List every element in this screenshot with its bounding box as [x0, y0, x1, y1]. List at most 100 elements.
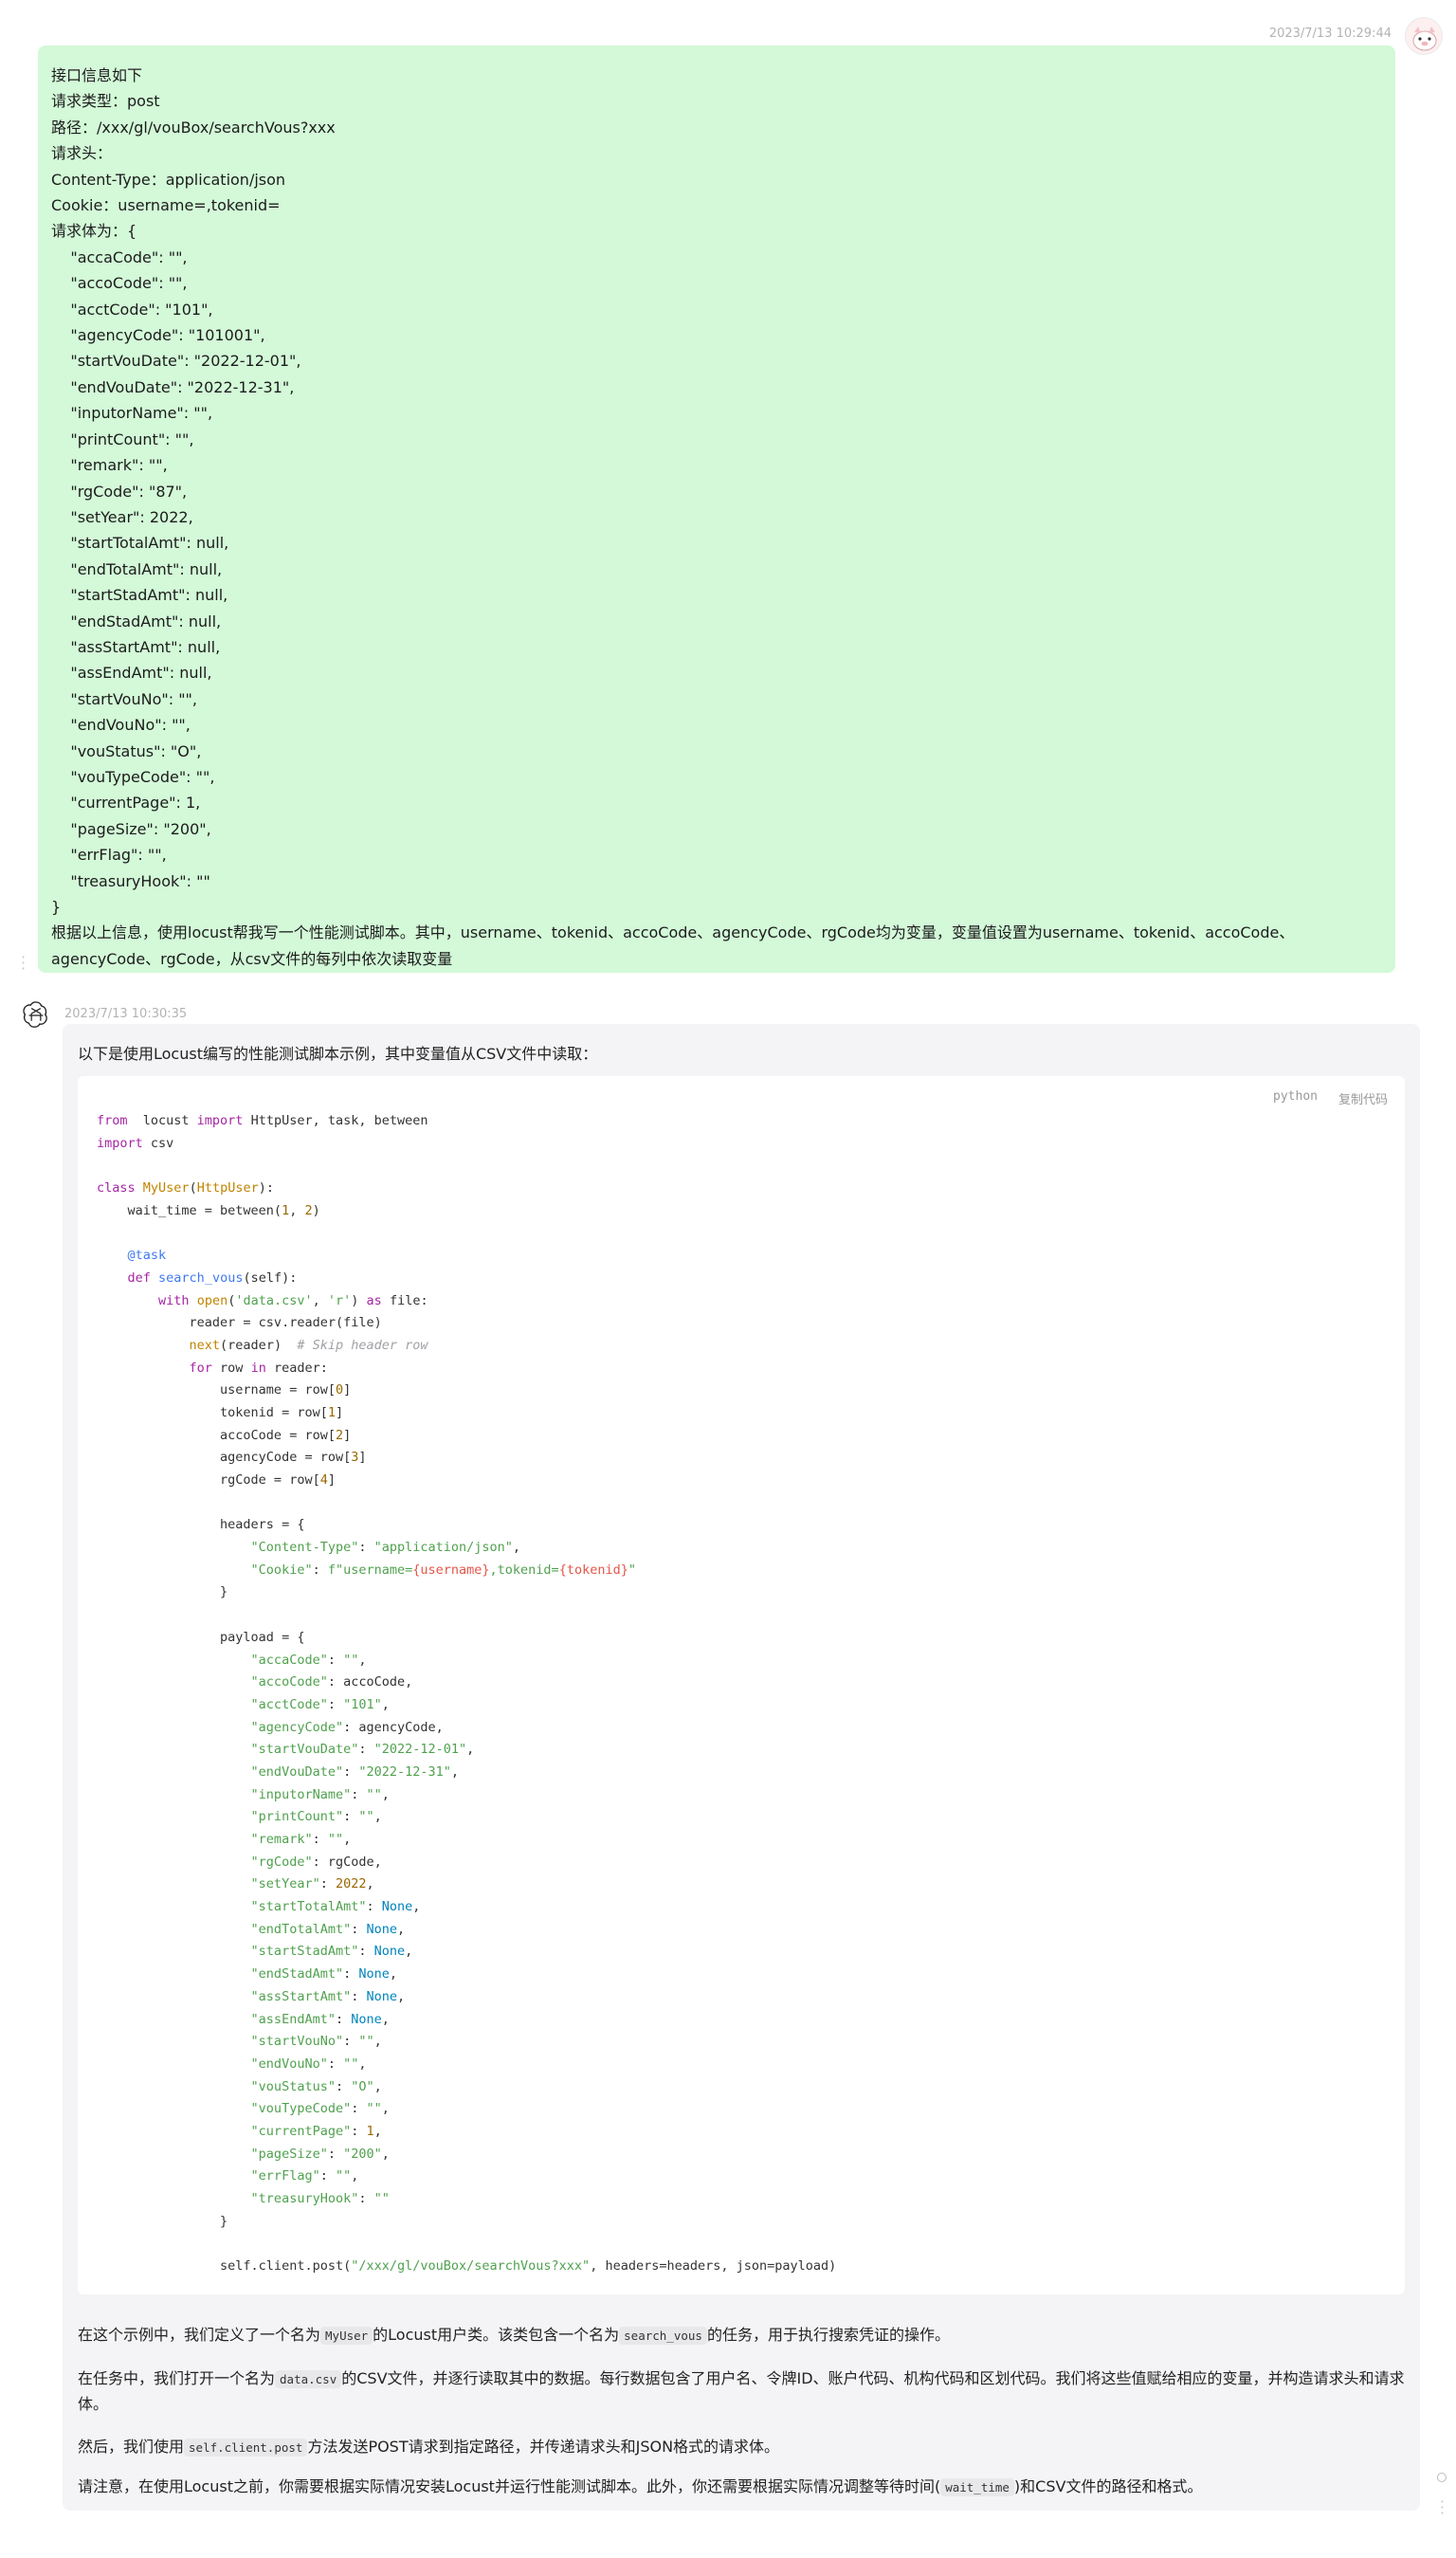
- code-line: "accaCode": "",: [97, 1650, 836, 1672]
- code-token: "/xxx/gl/vouBox/searchVous?xxx": [351, 2258, 591, 2275]
- code-token: "endVouNo": [97, 2056, 328, 2072]
- code-token: "Content-Type": [97, 1540, 359, 1556]
- para-text: )和CSV文件的路径和格式。: [1013, 2477, 1203, 2495]
- code-line: "inputorName": "",: [97, 1784, 836, 1807]
- code-token: next: [97, 1337, 221, 1353]
- inline-code: search_vous: [619, 2327, 707, 2345]
- code-token: "O": [351, 2078, 374, 2094]
- user-message-line: "assStartAmt": null,: [51, 637, 221, 656]
- code-token: {username}: [412, 1562, 490, 1578]
- code-token: self.client.post(: [97, 2258, 352, 2275]
- code-token: ]: [343, 1382, 352, 1398]
- code-token: :: [335, 2011, 352, 2027]
- code-token: "accaCode": [97, 1652, 328, 1668]
- code-block[interactable]: python 复制代码 from locust import HttpUser,…: [78, 1076, 1405, 2294]
- code-token: ,: [412, 1899, 421, 1915]
- user-message-line: "treasuryHook": "": [51, 871, 210, 890]
- bot-message-more-icon[interactable]: · · ·: [1440, 2494, 1445, 2521]
- code-token: ):: [258, 1180, 274, 1197]
- code-token: "": [373, 2191, 390, 2206]
- user-message-line: "endTotalAmt": null,: [51, 559, 223, 578]
- code-token: :: [366, 1899, 382, 1915]
- code-token: ,: [366, 1876, 374, 1892]
- code-line: accoCode = row[2]: [97, 1425, 836, 1448]
- code-token: ]: [327, 1472, 336, 1488]
- scroll-indicator-icon[interactable]: [1437, 2473, 1447, 2482]
- user-message-more-icon[interactable]: · · ·: [21, 950, 26, 977]
- inline-code: self.client.post: [184, 2439, 308, 2457]
- user-message-line: Content-Type：application/json: [51, 170, 286, 189]
- code-line: username = row[0]: [97, 1379, 836, 1402]
- code-token: ]: [358, 1450, 367, 1466]
- user-message-line: "startVouNo": "",: [51, 689, 197, 708]
- copy-code-button[interactable]: 复制代码: [1338, 1089, 1388, 1107]
- code-token: :: [358, 1540, 374, 1556]
- code-token: ,: [358, 2056, 367, 2072]
- user-message-line: }: [51, 898, 62, 916]
- code-token: HttpUser: [196, 1180, 259, 1197]
- code-token: agencyCode = row[: [97, 1450, 352, 1466]
- code-token: "inputorName": [97, 1786, 352, 1802]
- code-token: "startVouDate": [97, 1742, 359, 1758]
- code-line: tokenid = row[1]: [97, 1402, 836, 1425]
- code-token: "": [343, 1652, 359, 1668]
- para-text: 方法发送POST请求到指定路径，并传递请求头和JSON格式的请求体。: [307, 2438, 780, 2456]
- code-token: "vouTypeCode": [97, 2101, 352, 2117]
- code-token: None: [351, 2011, 382, 2027]
- user-message-line: Cookie：username=,tokenid=: [51, 196, 281, 215]
- code-token: from: [97, 1113, 128, 1128]
- code-line: "endStadAmt": None,: [97, 1964, 836, 1986]
- code-token: HttpUser, task, between: [243, 1113, 428, 1128]
- code-token: "200": [343, 2146, 382, 2162]
- code-token: ,: [397, 1921, 406, 1937]
- code-line: headers = {: [97, 1514, 836, 1537]
- user-avatar[interactable]: [1405, 17, 1443, 55]
- code-token: "": [335, 2168, 352, 2184]
- user-message-timestamp: 2023/7/13 10:29:44: [1268, 27, 1392, 41]
- code-token: :: [327, 2146, 344, 2162]
- code-line: for row in reader:: [97, 1358, 836, 1380]
- code-token: 1: [327, 1404, 336, 1420]
- code-token: "treasuryHook": [97, 2191, 359, 2206]
- code-token: file:: [381, 1292, 428, 1308]
- code-token: search_vous: [158, 1270, 244, 1286]
- code-line: "rgCode": rgCode,: [97, 1852, 836, 1874]
- code-token: :: [351, 1921, 367, 1937]
- code-token: ,: [351, 2168, 359, 2184]
- code-token: "": [366, 1786, 382, 1802]
- code-token: "Cookie": [97, 1562, 313, 1578]
- code-token: :: [358, 1944, 374, 1960]
- code-line: "Content-Type": "application/json",: [97, 1537, 836, 1560]
- code-line: "accoCode": accoCode,: [97, 1672, 836, 1694]
- code-token: import: [196, 1113, 244, 1128]
- code-token: }: [97, 2213, 228, 2229]
- chatgpt-logo-icon: [23, 1001, 47, 1028]
- code-token: 'r': [327, 1292, 352, 1308]
- code-line: }: [97, 2211, 836, 2234]
- code-line: "Cookie": f"username={username},tokenid=…: [97, 1560, 836, 1582]
- code-token: , headers=headers, json=payload): [590, 2258, 837, 2275]
- code-token: "startTotalAmt": [97, 1899, 367, 1915]
- code-line: next(reader) # Skip header row: [97, 1335, 836, 1358]
- user-message-line: "assEndAmt": null,: [51, 664, 212, 683]
- code-token: :: [319, 2168, 336, 2184]
- code-token: }: [97, 1584, 228, 1600]
- code-token: class: [97, 1180, 136, 1197]
- para-text: 请注意，在使用Locust之前，你需要根据实际情况安装Locust并运行性能测试…: [78, 2477, 941, 2495]
- code-token: (reader): [220, 1337, 298, 1353]
- code-line: def search_vous(self):: [97, 1268, 836, 1290]
- code-token: csv: [142, 1135, 174, 1151]
- code-token: :: [351, 1786, 367, 1802]
- code-token: "startStadAmt": [97, 1944, 359, 1960]
- code-line: "currentPage": 1,: [97, 2121, 836, 2144]
- user-message-line: 请求头：: [51, 144, 113, 163]
- code-token: as: [366, 1292, 382, 1308]
- code-token: (self):: [243, 1270, 298, 1286]
- code-line: reader = csv.reader(file): [97, 1312, 836, 1335]
- user-message-line: 请求体为：{: [51, 222, 137, 241]
- code-token: 0: [335, 1382, 344, 1398]
- code-line: rgCode = row[4]: [97, 1470, 836, 1492]
- code-token: rgCode = row[: [97, 1472, 320, 1488]
